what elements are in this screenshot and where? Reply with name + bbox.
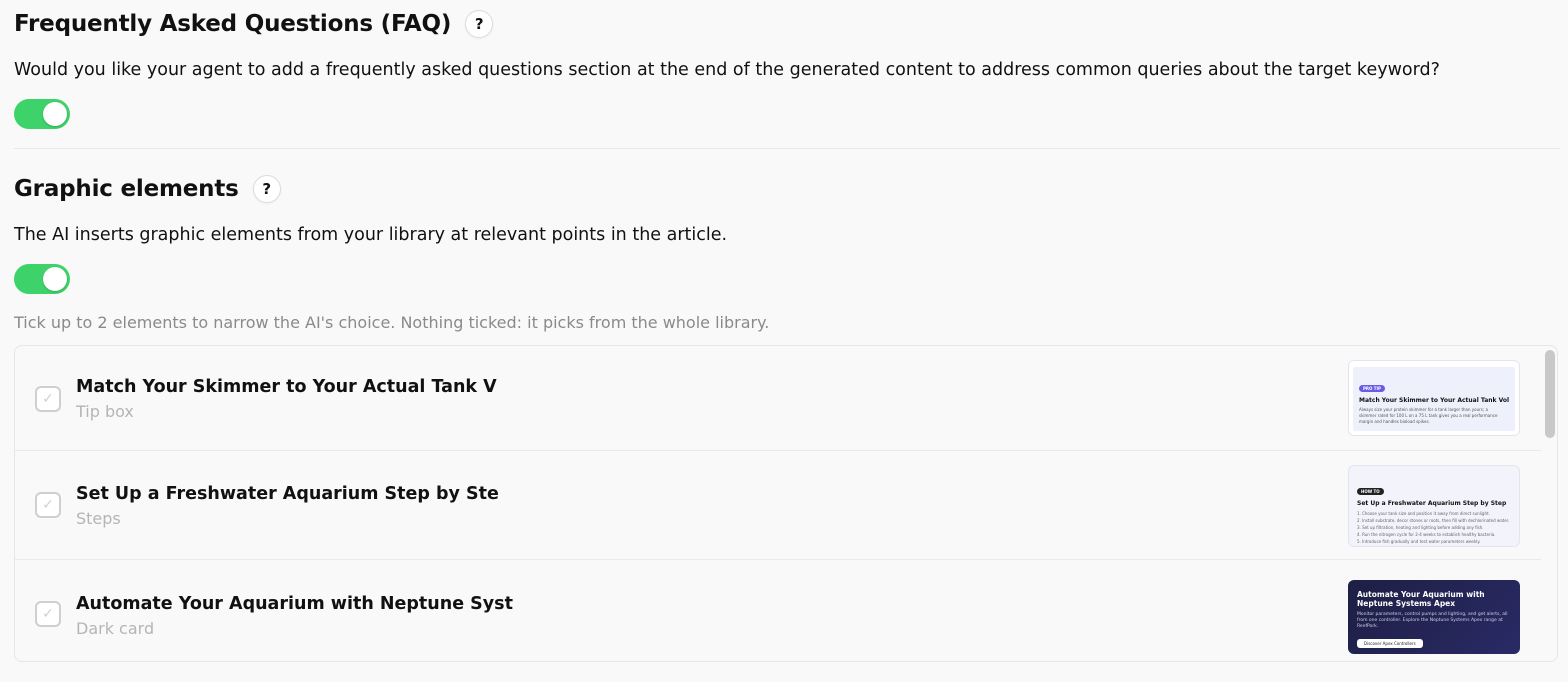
preview-text: Monitor parameters, control pumps and li… xyxy=(1357,612,1508,629)
graphics-help-icon[interactable]: ? xyxy=(252,175,281,203)
list-item[interactable]: ✓ Match Your Skimmer to Your Actual Tank… xyxy=(15,346,1541,451)
toggle-knob xyxy=(43,102,67,126)
item-title: Match Your Skimmer to Your Actual Tank V xyxy=(76,377,497,397)
item-title: Set Up a Freshwater Aquarium Step by Ste xyxy=(76,484,499,504)
faq-toggle[interactable] xyxy=(14,99,70,129)
faq-help-icon[interactable]: ? xyxy=(465,10,494,38)
item-checkbox[interactable]: ✓ xyxy=(35,492,61,518)
graphics-description: The AI inserts graphic elements from you… xyxy=(14,225,728,245)
faq-description: Would you like your agent to add a frequ… xyxy=(14,60,1440,80)
preview-title: Set Up a Freshwater Aquarium Step by Ste… xyxy=(1357,500,1507,507)
preview-step: 3. Set up filtration, heating and lighti… xyxy=(1357,525,1484,530)
item-type: Tip box xyxy=(76,402,134,421)
preview-button: Discover Apex Controllers xyxy=(1357,639,1423,648)
item-preview-thumbnail: PRO TIP Match Your Skimmer to Your Actua… xyxy=(1348,360,1520,436)
preview-title: Automate Your Aquarium with Neptune Syst… xyxy=(1357,590,1485,608)
item-checkbox[interactable]: ✓ xyxy=(35,601,61,627)
scrollbar-thumb[interactable] xyxy=(1545,350,1555,438)
list-item[interactable]: ✓ Set Up a Freshwater Aquarium Step by S… xyxy=(15,451,1541,560)
item-preview-thumbnail: Automate Your Aquarium with Neptune Syst… xyxy=(1348,580,1520,654)
item-preview-thumbnail: HOW TO Set Up a Freshwater Aquarium Step… xyxy=(1348,465,1520,547)
preview-line: margin and handles bioload spikes. xyxy=(1359,419,1430,424)
preview-step: 1. Choose your tank size and position it… xyxy=(1357,511,1490,516)
preview-badge: HOW TO xyxy=(1357,488,1384,495)
faq-title-row: Frequently Asked Questions (FAQ) ? xyxy=(14,10,494,38)
toggle-knob xyxy=(43,267,67,291)
item-type: Steps xyxy=(76,509,121,528)
item-title: Automate Your Aquarium with Neptune Syst xyxy=(76,594,513,614)
preview-title: Match Your Skimmer to Your Actual Tank V… xyxy=(1359,397,1509,404)
preview-step: 5. Introduce fish gradually and test wat… xyxy=(1357,539,1481,544)
list-item[interactable]: ✓ Automate Your Aquarium with Neptune Sy… xyxy=(15,560,1541,661)
graphics-toggle[interactable] xyxy=(14,264,70,294)
graphics-hint: Tick up to 2 elements to narrow the AI's… xyxy=(14,313,770,332)
preview-steps: 1. Choose your tank size and position it… xyxy=(1357,510,1511,545)
graphics-title: Graphic elements xyxy=(14,176,239,202)
preview-step: 2. Install substrate, decor stones or ro… xyxy=(1357,518,1510,523)
list-scrollbar[interactable] xyxy=(1545,350,1555,658)
section-divider xyxy=(14,148,1560,149)
preview-badge: PRO TIP xyxy=(1359,385,1385,392)
item-type: Dark card xyxy=(76,619,155,638)
faq-title: Frequently Asked Questions (FAQ) xyxy=(14,11,452,37)
graphics-title-row: Graphic elements ? xyxy=(14,175,281,203)
graphic-elements-list[interactable]: ✓ Match Your Skimmer to Your Actual Tank… xyxy=(14,345,1558,662)
item-checkbox[interactable]: ✓ xyxy=(35,386,61,412)
preview-step: 4. Run the nitrogen cycle for 2-4 weeks … xyxy=(1357,532,1496,537)
